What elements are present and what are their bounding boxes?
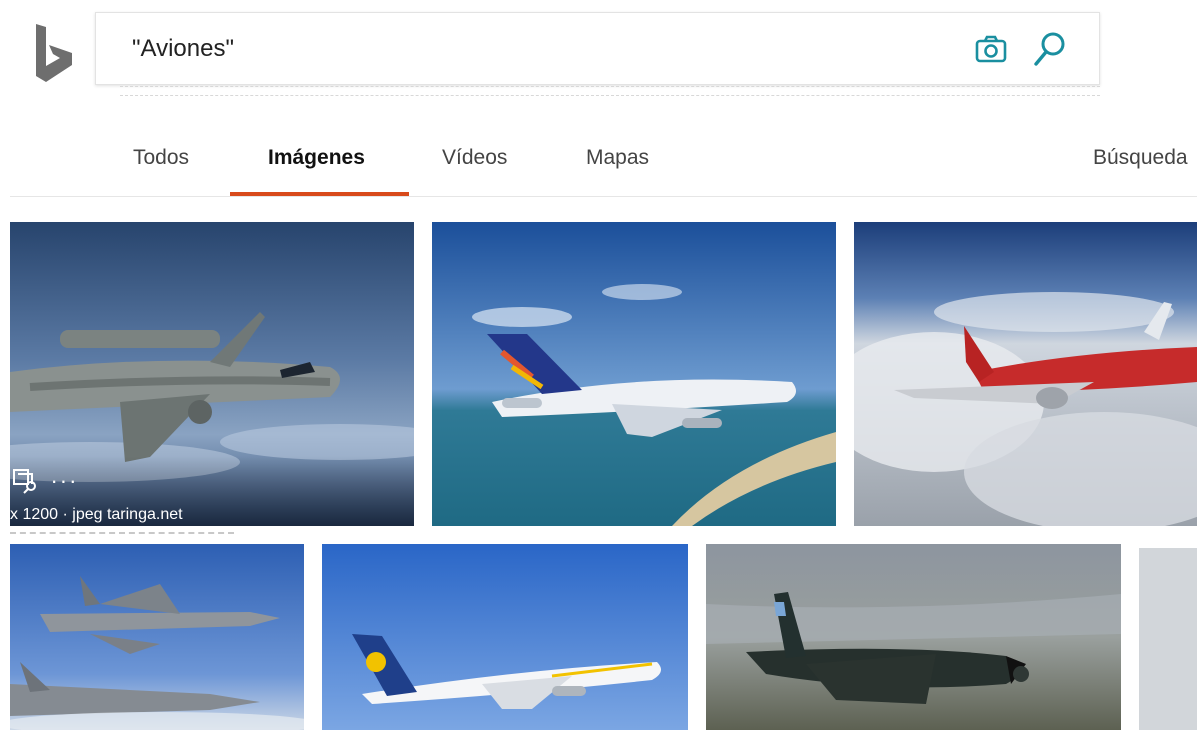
image-result[interactable]: [706, 544, 1121, 730]
scope-tabs: Todos Imágenes Vídeos Mapas Búsqueda: [0, 130, 1197, 198]
image-result[interactable]: ··· x 1200 · jpeg taringa.net: [10, 222, 414, 526]
camera-icon[interactable]: [975, 34, 1007, 64]
image-result[interactable]: [432, 222, 836, 526]
fighter-jets-image: [10, 544, 304, 730]
search-icon[interactable]: [1032, 30, 1068, 68]
tile-actions: ···: [12, 468, 78, 494]
patrol-plane-image: [706, 544, 1121, 730]
image-result[interactable]: [322, 544, 688, 730]
image-meta: x 1200 · jpeg taringa.net: [10, 506, 183, 523]
meta-underline: [10, 532, 234, 539]
condor-plane-image: [322, 544, 688, 730]
search-input[interactable]: [132, 31, 932, 67]
image-result[interactable]: [1139, 548, 1197, 730]
tab-busqueda[interactable]: Búsqueda: [1093, 146, 1188, 170]
bing-logo[interactable]: [34, 22, 74, 84]
image-result[interactable]: [10, 544, 304, 730]
tab-todos[interactable]: Todos: [133, 146, 189, 170]
search-box-shadow: [120, 86, 1100, 96]
tab-imagenes[interactable]: Imágenes: [268, 146, 365, 170]
more-icon[interactable]: ···: [50, 468, 78, 493]
avianca-plane-image: [854, 222, 1197, 526]
tabs-divider: [10, 196, 1197, 197]
a3xx-plane-image: [432, 222, 836, 526]
tab-videos[interactable]: Vídeos: [442, 146, 507, 170]
image-result[interactable]: [854, 222, 1197, 526]
search-box: [95, 12, 1100, 85]
tab-mapas[interactable]: Mapas: [586, 146, 649, 170]
visual-search-icon[interactable]: [12, 468, 38, 494]
